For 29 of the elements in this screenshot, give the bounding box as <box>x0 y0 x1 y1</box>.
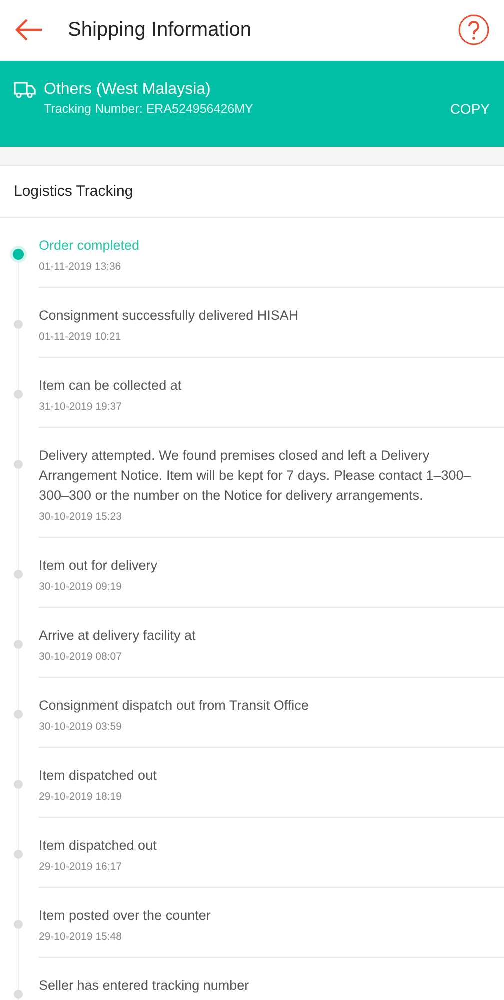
tracking-number: Tracking Number: ERA524956426MY <box>44 102 254 116</box>
truck-icon <box>14 81 36 99</box>
help-icon[interactable] <box>458 14 490 46</box>
event-title: Order completed <box>39 237 141 255</box>
copy-button[interactable]: COPY <box>450 101 490 117</box>
event-title: Consignment successfully delivered HISAH <box>39 307 300 325</box>
event-time: 30-10-2019 03:59 <box>39 721 123 733</box>
event-title: Item posted over the counter <box>39 907 212 925</box>
event-title: Item can be collected at <box>39 377 183 395</box>
event-title: Item dispatched out <box>39 767 158 785</box>
event-title: Seller has entered tracking number <box>39 977 250 995</box>
back-arrow-icon[interactable] <box>14 18 44 42</box>
event-time: 01-11-2019 10:21 <box>39 331 122 343</box>
event-time: 30-10-2019 09:19 <box>39 581 123 593</box>
event-title: Item out for delivery <box>39 557 159 575</box>
event-title: Consignment dispatch out from Transit Office <box>39 697 310 715</box>
event-title: Delivery attempted. We found premises closed and left a Delivery Arrangement Notice. Item will be kept for 7 days. Please contact 1–300–300–300 or the number on the Notice for delivery arrangements. <box>39 447 472 505</box>
event-time: 30-10-2019 15:23 <box>39 511 123 523</box>
event-time: 29-10-2019 16:17 <box>39 861 123 873</box>
carrier-name: Others (West Malaysia) <box>44 81 211 99</box>
event-time: 31-10-2019 19:37 <box>39 401 123 413</box>
event-time: 29-10-2019 15:48 <box>39 931 123 943</box>
event-title: Arrive at delivery facility at <box>39 627 197 645</box>
event-time: 01-11-2019 13:36 <box>39 261 122 273</box>
event-title: Item dispatched out <box>39 837 158 855</box>
event-time: 29-10-2019 18:19 <box>39 791 123 803</box>
event-time: 30-10-2019 08:07 <box>39 651 123 663</box>
page-title: Shipping Information <box>68 18 252 42</box>
section-title: Logistics Tracking <box>0 166 504 218</box>
